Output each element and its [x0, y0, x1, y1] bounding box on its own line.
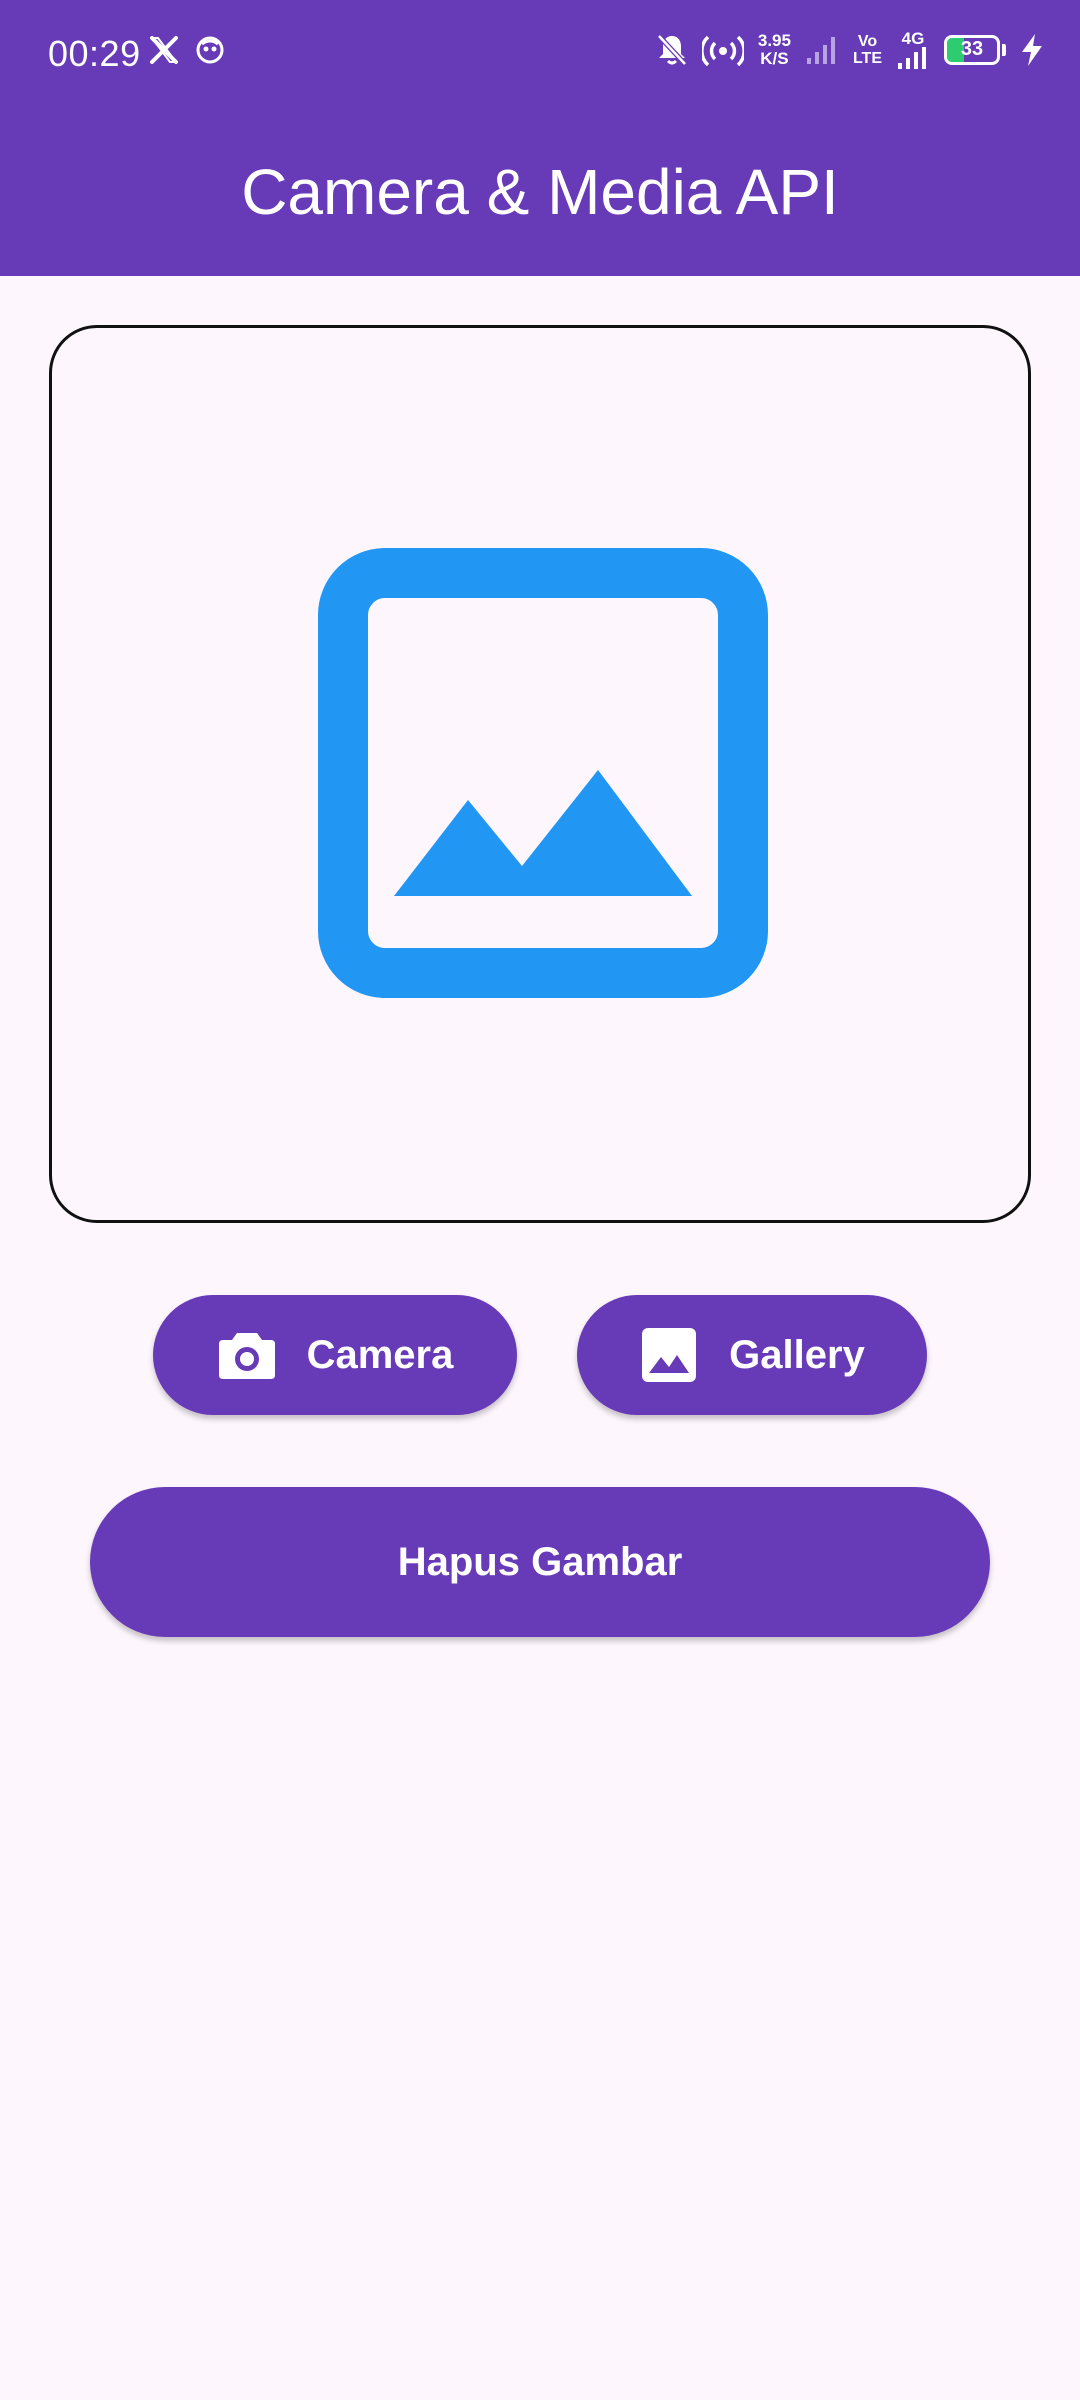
clear-image-button-label: Hapus Gambar — [397, 1539, 683, 1584]
signal-strong-icon — [898, 47, 926, 69]
volte-indicator: Vo LTE — [853, 33, 882, 67]
page-title: Camera & Media API — [241, 156, 839, 228]
network-speed: 3.95 K/S — [757, 30, 791, 68]
status-bar: 00:29 3.95 K/S Vo LTE 4G 33 — [0, 0, 1080, 108]
network-type-group: 4G — [896, 30, 930, 69]
image-preview-frame — [49, 325, 1031, 1223]
battery-level: 33 — [960, 38, 984, 60]
camera-button[interactable]: Camera — [153, 1295, 517, 1415]
bell-off-icon — [657, 33, 687, 66]
clear-image-button[interactable]: Hapus Gambar — [90, 1487, 990, 1637]
gallery-icon — [642, 1328, 697, 1382]
charging-bolt-icon — [1022, 33, 1042, 66]
signal-weak-icon — [806, 36, 835, 64]
network-type: 4G — [901, 29, 925, 48]
battery-nub — [1002, 43, 1006, 56]
network-speed-value: 3.95 — [757, 30, 791, 50]
network-speed-unit: K/S — [760, 48, 789, 68]
app-bar: Camera & Media API — [0, 108, 1080, 276]
notification-app-icon — [196, 36, 224, 64]
camera-icon — [218, 1333, 275, 1379]
status-time: 00:29 — [48, 33, 141, 74]
volte-top: Vo — [857, 32, 878, 50]
status-left-icons — [148, 34, 226, 66]
image-placeholder-icon — [318, 548, 768, 998]
gallery-button[interactable]: Gallery — [577, 1295, 927, 1415]
gallery-button-label: Gallery — [729, 1332, 865, 1377]
x-logo-icon — [150, 36, 178, 64]
volte-bottom: LTE — [852, 49, 882, 67]
camera-button-label: Camera — [306, 1332, 454, 1377]
battery-indicator: 33 — [944, 34, 1000, 65]
hotspot-icon — [701, 35, 744, 66]
status-right-icons: 3.95 K/S Vo LTE 4G 33 — [656, 30, 1044, 69]
